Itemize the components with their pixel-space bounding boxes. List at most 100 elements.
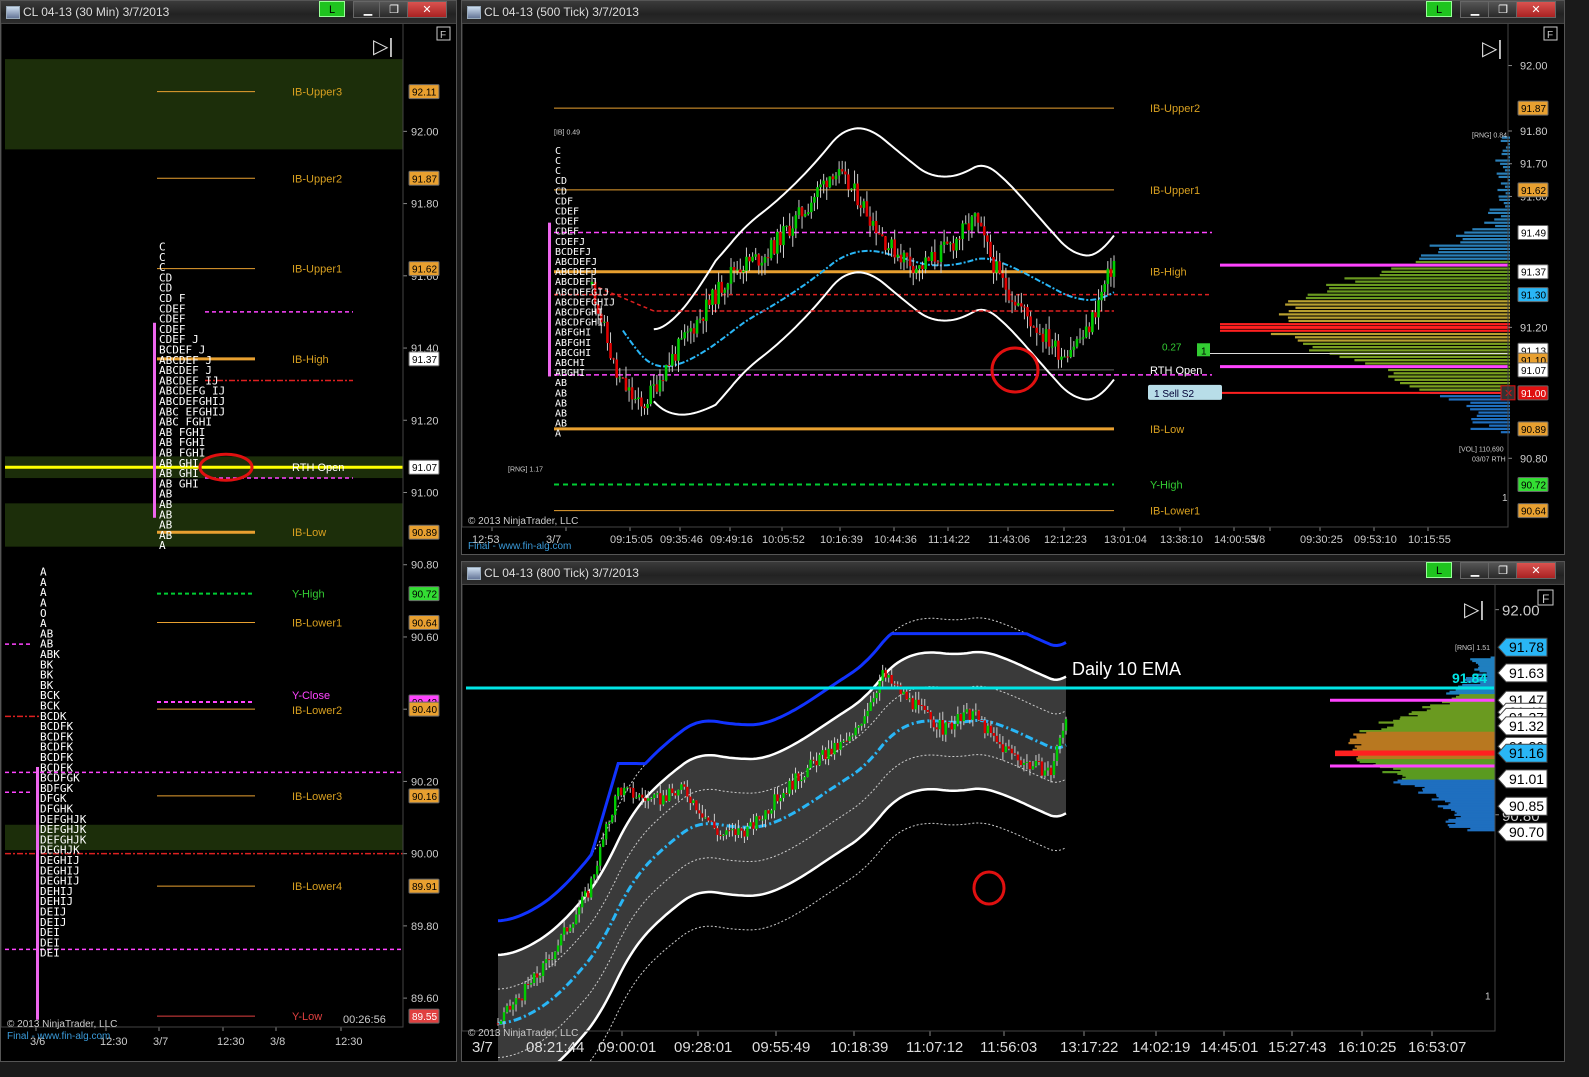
candle-body bbox=[677, 338, 680, 361]
candle-body bbox=[980, 719, 984, 721]
candle-body bbox=[810, 202, 813, 213]
chart-window-30min[interactable]: CL 04-13 (30 Min) 3/7/2013 L ▁ ❐ ✕ IB-Up… bbox=[0, 0, 457, 1062]
candle-body bbox=[884, 236, 887, 251]
level-label: IB-Lower1 bbox=[1150, 506, 1200, 518]
candle-body bbox=[881, 234, 884, 237]
volume-profile-bar bbox=[1500, 139, 1510, 143]
chart-window-500tick[interactable]: CL 04-13 (500 Tick) 3/7/2013 L ▁ ❐ ✕ IB-… bbox=[461, 0, 1565, 555]
x-tick-label: 10:05:52 bbox=[762, 534, 805, 546]
candle-body bbox=[538, 976, 542, 978]
link-button[interactable]: L bbox=[319, 1, 345, 17]
candle-body bbox=[650, 798, 653, 800]
x-tick-label: 11:07:12 bbox=[906, 1039, 963, 1056]
chart-area[interactable]: IB-Upper3 IB-Upper2 IB-Upper1 IB-High RTH Op… bbox=[1, 23, 456, 1061]
x-tick-label: 12:12:23 bbox=[1044, 534, 1087, 546]
website-text[interactable]: Final - www.fin-alg.com bbox=[468, 541, 571, 552]
volume-profile-bar bbox=[1220, 323, 1510, 326]
link-button[interactable]: L bbox=[1426, 1, 1452, 17]
volume-profile-bar bbox=[1466, 404, 1510, 408]
title-bar[interactable]: CL 04-13 (500 Tick) 3/7/2013 L ▁ ❐ ✕ bbox=[462, 1, 1564, 24]
title-bar[interactable]: CL 04-13 (30 Min) 3/7/2013 L ▁ ❐ ✕ bbox=[1, 1, 456, 24]
volume-profile-bar bbox=[1379, 274, 1510, 277]
chart-area[interactable]: IB-Upper2IB-Upper1IB-HighRTH OpenIB-LowY… bbox=[462, 23, 1564, 554]
candle-body bbox=[827, 748, 830, 760]
position-qty: 1 bbox=[1201, 346, 1207, 357]
candle-body bbox=[983, 720, 987, 734]
price-tag: 91.32 bbox=[1509, 718, 1544, 734]
minimize-button[interactable]: ▁ bbox=[1460, 1, 1490, 18]
volume-profile-bar bbox=[1439, 395, 1510, 398]
candle-body bbox=[695, 800, 698, 811]
candle-body bbox=[853, 183, 856, 189]
website-text[interactable]: Final - www.fin-alg.com bbox=[7, 1031, 110, 1042]
f-button[interactable]: F bbox=[440, 30, 446, 41]
restore-button[interactable]: ❐ bbox=[1488, 562, 1518, 579]
candle-body bbox=[865, 201, 869, 217]
candle-body bbox=[908, 256, 912, 267]
x-tick-label: 09:49:16 bbox=[710, 534, 753, 546]
f-button[interactable]: F bbox=[1547, 30, 1553, 41]
candle-body bbox=[890, 674, 893, 684]
candle-body bbox=[1010, 300, 1014, 302]
candle-body bbox=[932, 719, 935, 728]
candle-body bbox=[884, 670, 887, 678]
y-tick-label: 91.80 bbox=[411, 199, 439, 211]
x-tick-label: 14:02:19 bbox=[1132, 1039, 1190, 1056]
candle-body bbox=[695, 319, 699, 334]
candle-body bbox=[1106, 268, 1110, 285]
close-button[interactable]: ✕ bbox=[1516, 1, 1556, 18]
play-icon[interactable]: ▷| bbox=[1464, 599, 1485, 621]
candle-body bbox=[914, 699, 917, 710]
play-icon[interactable]: ▷| bbox=[1482, 38, 1503, 60]
price-tag: 91.01 bbox=[1509, 771, 1544, 787]
x-tick-label: 09:00:01 bbox=[598, 1039, 656, 1056]
play-icon[interactable]: ▷| bbox=[373, 36, 394, 58]
link-button[interactable]: L bbox=[1426, 562, 1452, 578]
candle-body bbox=[692, 328, 696, 334]
volume-profile-bar bbox=[1288, 300, 1510, 303]
candle-body bbox=[982, 226, 986, 236]
restore-button[interactable]: ❐ bbox=[379, 1, 409, 18]
candle-body bbox=[875, 692, 878, 699]
volume-profile-bar bbox=[1394, 378, 1510, 381]
candle-body bbox=[686, 331, 690, 333]
candle-body bbox=[767, 810, 770, 814]
candle-body bbox=[618, 377, 622, 379]
candle-body bbox=[834, 175, 838, 180]
candle-body bbox=[653, 794, 656, 799]
candle-body bbox=[821, 750, 824, 755]
y-tick-label: 90.80 bbox=[1520, 453, 1548, 465]
candle-body bbox=[614, 796, 617, 815]
f-button[interactable]: F bbox=[1542, 592, 1549, 606]
candle-body bbox=[708, 299, 711, 305]
minimize-button[interactable]: ▁ bbox=[1460, 562, 1490, 579]
candle-body bbox=[869, 702, 872, 711]
chart-area[interactable]: [RNG] 1.51192.0090.8091.7891.6391.4791.4… bbox=[462, 584, 1564, 1061]
x-tick-label: 3/7 bbox=[472, 1039, 493, 1056]
candle-body bbox=[707, 817, 710, 821]
chart-window-800tick[interactable]: CL 04-13 (800 Tick) 3/7/2013 L ▁ ❐ ✕ [RN… bbox=[461, 561, 1565, 1062]
candle-body bbox=[1004, 746, 1008, 753]
price-tag: 91.87 bbox=[412, 174, 437, 185]
candle-body bbox=[770, 810, 773, 814]
candle-body bbox=[924, 257, 927, 270]
volume-profile-bar bbox=[1288, 319, 1510, 323]
candle-body bbox=[729, 266, 733, 284]
candle-body bbox=[592, 874, 596, 879]
candle-body bbox=[752, 822, 755, 829]
candle-body bbox=[674, 353, 677, 361]
close-button[interactable]: ✕ bbox=[1516, 562, 1556, 579]
value-area-band bbox=[5, 59, 403, 150]
candle-body bbox=[905, 691, 908, 700]
candle-body bbox=[659, 793, 662, 805]
close-button[interactable]: ✕ bbox=[407, 1, 447, 18]
copyright-text: © 2013 NinjaTrader, LLC bbox=[468, 1028, 578, 1039]
candle-body bbox=[976, 213, 980, 223]
candle-body bbox=[623, 787, 626, 796]
candle-body bbox=[532, 973, 536, 983]
restore-button[interactable]: ❐ bbox=[1488, 1, 1518, 18]
candle-body bbox=[902, 691, 905, 695]
candle-body bbox=[965, 709, 969, 713]
title-bar[interactable]: CL 04-13 (800 Tick) 3/7/2013 L ▁ ❐ ✕ bbox=[462, 562, 1564, 585]
candle-body bbox=[671, 788, 674, 794]
